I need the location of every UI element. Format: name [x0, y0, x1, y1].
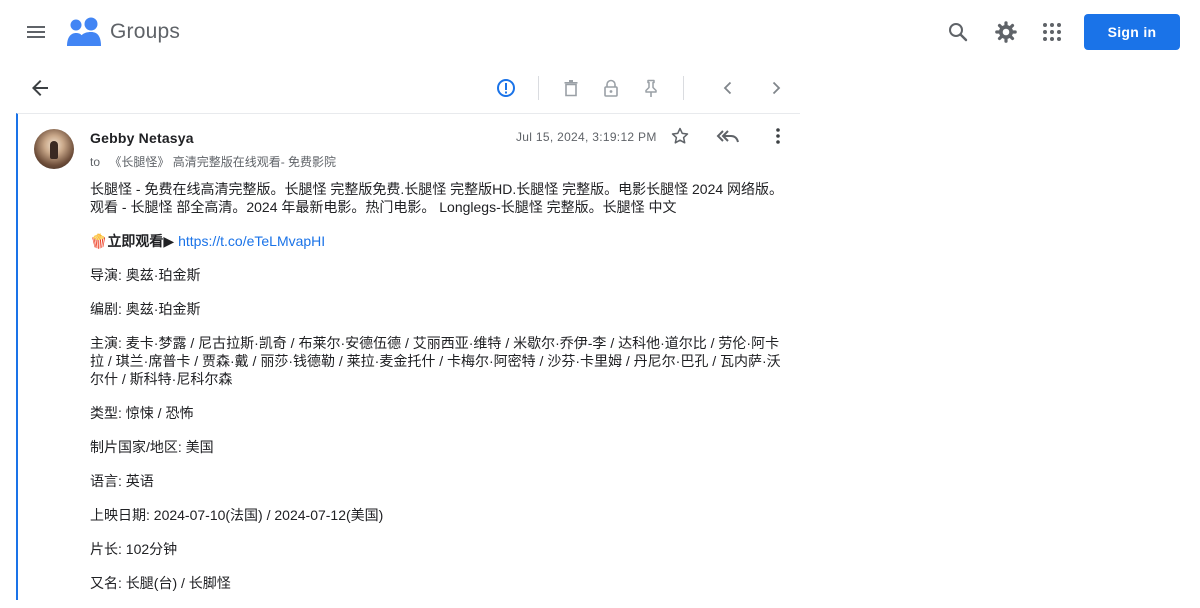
genre-line: 类型: 惊悚 / 恐怖: [90, 405, 194, 421]
lock-icon: [604, 79, 618, 97]
recipient-line: to 《长腿怪》 高清完整版在线观看- 免费影院: [90, 153, 336, 170]
main-menu-button[interactable]: [16, 12, 56, 52]
app-name: Groups: [110, 20, 181, 43]
popcorn-icon: 🍿: [90, 233, 108, 249]
director-line: 导演: 奥兹·珀金斯: [90, 267, 201, 283]
menu-icon: [27, 26, 45, 38]
delete-button[interactable]: [551, 68, 591, 108]
watch-label: 立即观看▶: [107, 233, 175, 249]
chevron-left-icon: [723, 81, 732, 95]
star-icon: [671, 127, 689, 144]
avatar[interactable]: [34, 129, 74, 169]
pin-button[interactable]: [631, 68, 671, 108]
sign-in-button[interactable]: Sign in: [1084, 14, 1180, 50]
release-line: 上映日期: 2024-07-10(法国) / 2024-07-12(美国): [90, 507, 384, 523]
aka-line: 又名: 长腿(台) / 长脚怪: [90, 575, 231, 591]
reply-all-icon: [716, 130, 739, 143]
groups-logo-icon: [67, 17, 101, 46]
country-line: 制片国家/地区: 美国: [90, 439, 214, 455]
search-icon: [949, 23, 968, 42]
toolbar-divider: [538, 76, 539, 100]
cast-line: 主演: 麦卡·梦露 / 尼古拉斯·凯奇 / 布莱尔·安德伍德 / 艾丽西亚·维特…: [90, 335, 781, 387]
to-label: to: [90, 155, 101, 169]
recipient-group: 《长腿怪》 高清完整版在线观看- 免费影院: [109, 155, 337, 169]
thread-toolbar: [0, 68, 800, 108]
pin-icon: [645, 79, 657, 97]
report-icon: [497, 79, 515, 97]
settings-button[interactable]: [986, 12, 1026, 52]
more-vert-icon: [776, 128, 780, 144]
message-timestamp: Jul 15, 2024, 3:19:12 PM: [516, 130, 657, 144]
intro-paragraph: 长腿怪 - 免费在线高清完整版。长腿怪 完整版免费.长腿怪 完整版HD.长腿怪 …: [90, 181, 784, 215]
toolbar-divider: [683, 76, 684, 100]
previous-topic-button[interactable]: [708, 68, 748, 108]
gear-icon: [995, 21, 1017, 43]
reply-all-button[interactable]: [710, 118, 746, 154]
lock-button[interactable]: [591, 68, 631, 108]
chevron-right-icon: [772, 81, 781, 95]
avatar-figure: [50, 141, 58, 159]
groups-logo[interactable]: Groups: [66, 16, 180, 48]
apps-grid-icon: [1043, 23, 1061, 41]
message-body: 长腿怪 - 免费在线高清完整版。长腿怪 完整版免费.长腿怪 完整版HD.长腿怪 …: [90, 180, 790, 608]
search-button[interactable]: [938, 12, 978, 52]
watch-line: 🍿立即观看▶ https://t.co/eTeLMvapHI: [90, 232, 790, 250]
back-arrow-icon: [32, 80, 48, 96]
message-card: Gebby Netasya to 《长腿怪》 高清完整版在线观看- 免费影院 J…: [16, 113, 800, 600]
back-button[interactable]: [20, 68, 60, 108]
runtime-line: 片长: 102分钟: [90, 541, 178, 557]
watch-link[interactable]: https://t.co/eTeLMvapHI: [178, 233, 325, 249]
top-bar: Groups Sign in: [0, 0, 1200, 64]
writer-line: 编剧: 奥兹·珀金斯: [90, 301, 201, 317]
delete-icon: [564, 80, 578, 97]
language-line: 语言: 英语: [90, 473, 154, 489]
star-button[interactable]: [662, 118, 698, 154]
more-options-button[interactable]: [762, 118, 794, 154]
next-topic-button[interactable]: [756, 68, 796, 108]
sender-name[interactable]: Gebby Netasya: [90, 130, 194, 146]
google-apps-button[interactable]: [1032, 12, 1072, 52]
report-abuse-button[interactable]: [486, 68, 526, 108]
